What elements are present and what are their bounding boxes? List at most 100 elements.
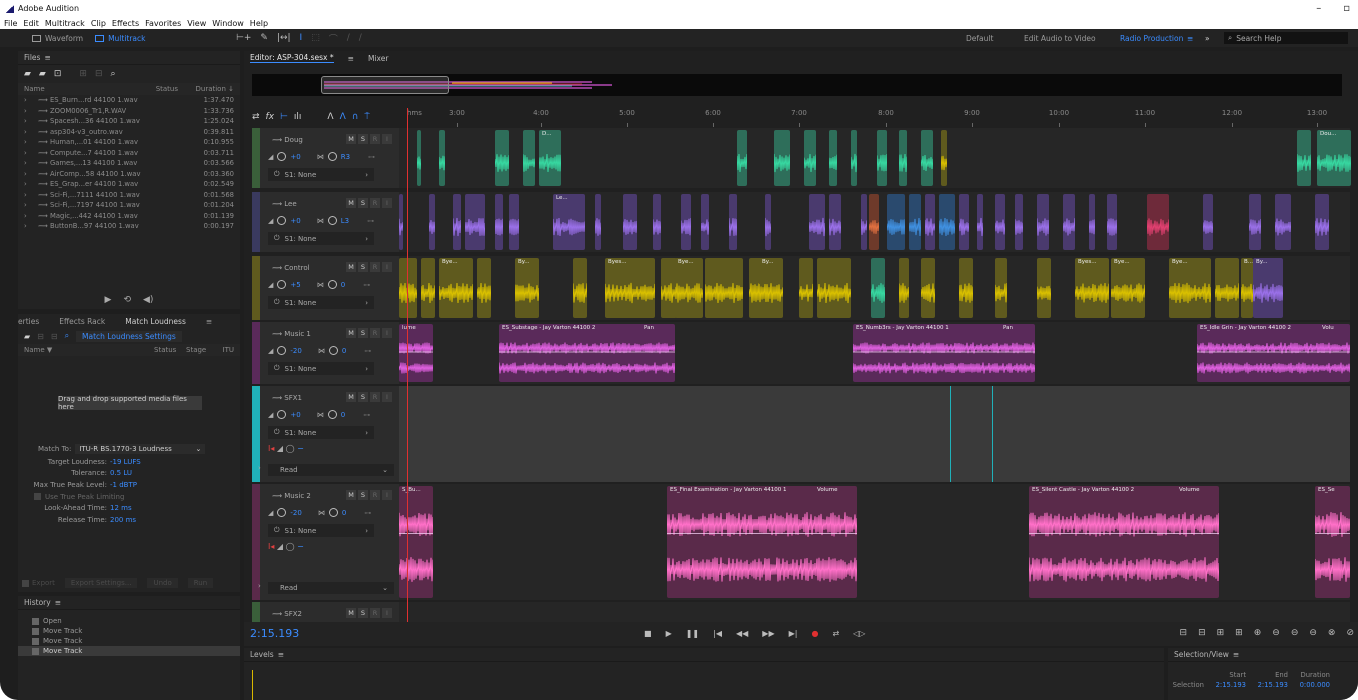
track-header[interactable]: ⟿ Music 1 M S R I ◢ -20 ⋈ 0 ⊶ ⏻ S1: None › bbox=[252, 322, 399, 384]
file-row[interactable]: › ⟿ AirComp...58 44100 1.wav 0:03.360 bbox=[18, 169, 240, 180]
clip-automation-param[interactable]: Volume bbox=[1179, 487, 1199, 493]
track-lane[interactable]: lume ES_Substage - Jay Varton 44100 2 Pan E… bbox=[399, 322, 1350, 384]
timeline-ruler[interactable]: hms 3:00 4:00 5:00 6:00 7:00 8:00 9:00 10:00 11:… bbox=[407, 107, 1358, 127]
workspace-edit-audio-to-video[interactable]: Edit Audio to Video bbox=[1024, 29, 1096, 47]
file-row[interactable]: › ⟿ Magic,...442 44100 1.wav 0:01.139 bbox=[18, 211, 240, 222]
skip-button[interactable]: ◁▷ bbox=[853, 629, 865, 638]
send-select[interactable]: ⏻ S1: None › bbox=[268, 524, 374, 537]
link-icon[interactable]: ⊶ bbox=[364, 509, 371, 517]
zoom-in-point-icon[interactable]: ⊖ bbox=[1272, 628, 1280, 638]
panel-menu-icon[interactable]: ≡ bbox=[1233, 650, 1239, 659]
link-icon[interactable]: ⊶ bbox=[363, 281, 370, 289]
monitor-input-button[interactable]: I bbox=[382, 392, 392, 402]
track-name[interactable]: ⟿ Music 2 bbox=[272, 492, 311, 500]
monitor-input-button[interactable]: I bbox=[382, 198, 392, 208]
audio-clip[interactable] bbox=[921, 130, 933, 186]
clip-automation-param[interactable]: Pan bbox=[1003, 325, 1013, 331]
audio-clip[interactable] bbox=[909, 194, 921, 250]
pan-value[interactable]: 0 bbox=[341, 411, 345, 419]
expand-chevron-icon[interactable]: › bbox=[24, 117, 38, 125]
track-lane[interactable] bbox=[399, 602, 1350, 622]
audio-clip[interactable] bbox=[705, 258, 743, 318]
release-time-value[interactable]: 200 ms bbox=[110, 516, 136, 524]
automation-mode-select[interactable]: Read ⌄ bbox=[268, 582, 394, 594]
clip-automation-param[interactable]: Volume bbox=[817, 487, 837, 493]
audio-clip[interactable] bbox=[681, 194, 691, 250]
tab-properties[interactable]: erties bbox=[18, 317, 49, 326]
file-row[interactable]: › ⟿ Games,...13 44100 1.wav 0:03.566 bbox=[18, 158, 240, 169]
volume-value[interactable]: +5 bbox=[290, 281, 300, 289]
mute-button[interactable]: M bbox=[346, 328, 356, 338]
zoom-selection-icon[interactable]: ⊖ bbox=[1309, 628, 1317, 638]
monitor-input-button[interactable]: I bbox=[382, 608, 392, 618]
audio-clip[interactable]: ES_Se bbox=[1315, 486, 1350, 598]
track-name[interactable]: ⟿ Music 1 bbox=[272, 330, 311, 338]
lasso-tool-icon[interactable]: ⌒ bbox=[329, 32, 338, 45]
pan-value[interactable]: 0 bbox=[342, 347, 346, 355]
audio-clip[interactable]: Bye... bbox=[1111, 258, 1145, 318]
run-button[interactable]: Run bbox=[187, 578, 214, 588]
track-name[interactable]: ⟿ Lee bbox=[272, 200, 297, 208]
audio-clip[interactable] bbox=[871, 258, 885, 318]
playhead[interactable] bbox=[407, 108, 408, 623]
col-status[interactable]: Status bbox=[156, 85, 178, 93]
volume-knob[interactable] bbox=[277, 152, 287, 161]
mute-button[interactable]: M bbox=[346, 608, 356, 618]
volume-value[interactable]: -20 bbox=[290, 347, 301, 355]
audio-clip[interactable] bbox=[765, 194, 771, 250]
expand-automation-icon[interactable]: › bbox=[258, 582, 261, 590]
expand-automation-icon[interactable]: › bbox=[258, 464, 261, 472]
expand-chevron-icon[interactable]: › bbox=[24, 138, 38, 146]
track-header[interactable]: ⟿ Control M S R I ◢ +5 ⋈ 0 ⊶ ⏻ S1: None › bbox=[252, 256, 399, 320]
audio-clip[interactable] bbox=[959, 258, 973, 318]
panel-menu-icon[interactable]: ≡ bbox=[348, 54, 354, 63]
link-icon[interactable]: ⊶ bbox=[367, 217, 374, 225]
audio-clip[interactable] bbox=[465, 194, 485, 250]
clear-icon[interactable]: ⊟ bbox=[51, 332, 58, 341]
menu-multitrack[interactable]: Multitrack bbox=[45, 19, 85, 28]
expand-chevron-icon[interactable]: › bbox=[24, 107, 38, 115]
panel-menu-icon[interactable]: ≡ bbox=[55, 598, 61, 607]
delete-icon[interactable]: ⊟ bbox=[95, 69, 103, 79]
track-lane[interactable]: D... Dou... bbox=[399, 128, 1351, 188]
spot-heal-tool-icon[interactable]: ∕ bbox=[359, 33, 362, 43]
zoom-tracks-icon[interactable]: ⊗ bbox=[1328, 628, 1336, 638]
menu-favorites[interactable]: Favorites bbox=[145, 19, 181, 28]
audio-clip[interactable] bbox=[1107, 194, 1117, 250]
new-file-icon[interactable]: ⊡ bbox=[54, 69, 62, 79]
audio-clip[interactable] bbox=[399, 258, 417, 318]
history-item[interactable]: Open bbox=[18, 616, 240, 626]
arm-record-button[interactable]: R bbox=[370, 134, 380, 144]
file-row[interactable]: › ⟿ Compute...7 44100 1.wav 0:03.711 bbox=[18, 148, 240, 159]
pan-value[interactable]: 0 bbox=[342, 509, 346, 517]
col-stage[interactable]: Stage bbox=[186, 346, 216, 354]
workspace-menu-icon[interactable]: ≡ bbox=[1187, 29, 1193, 47]
loop-button[interactable]: ⇄ bbox=[832, 629, 839, 638]
audio-clip[interactable] bbox=[877, 130, 887, 186]
mute-button[interactable]: M bbox=[346, 198, 356, 208]
minimize-button[interactable]: – bbox=[1316, 3, 1321, 14]
panel-menu-icon[interactable]: ≡ bbox=[44, 53, 50, 62]
file-row[interactable]: › ⟿ ButtonB...97 44100 1.wav 0:00.197 bbox=[18, 221, 240, 232]
audio-clip[interactable] bbox=[869, 194, 879, 250]
export-settings-button[interactable]: Export Settings... bbox=[64, 578, 138, 588]
audio-clip[interactable] bbox=[774, 130, 790, 186]
open-folder-icon[interactable]: ▰ bbox=[24, 69, 31, 79]
undo-button[interactable]: Undo bbox=[147, 578, 178, 588]
rewind-button[interactable]: ◀◀ bbox=[736, 629, 748, 638]
solo-button[interactable]: S bbox=[358, 262, 368, 272]
audio-clip[interactable]: ES_Final Examination - Jay Varton 44100 … bbox=[667, 486, 857, 598]
audio-clip[interactable] bbox=[941, 130, 947, 186]
workspace-overflow-button[interactable]: » bbox=[1205, 29, 1210, 47]
autoplay-icon[interactable]: ◀) bbox=[143, 295, 153, 305]
add-files-icon[interactable]: ▰ bbox=[24, 332, 30, 341]
target-loudness-value[interactable]: -19 LUFS bbox=[110, 458, 141, 466]
audio-clip[interactable] bbox=[421, 258, 435, 318]
arm-record-button[interactable]: R bbox=[370, 262, 380, 272]
drop-zone[interactable]: Drag and drop supported media files here bbox=[58, 395, 202, 411]
volume-knob[interactable] bbox=[277, 280, 287, 289]
menu-edit[interactable]: Edit bbox=[23, 19, 39, 28]
history-item-selected[interactable]: Move Track bbox=[18, 646, 240, 656]
audio-clip[interactable] bbox=[477, 258, 491, 318]
automation-icon[interactable]: Λ bbox=[327, 112, 333, 122]
